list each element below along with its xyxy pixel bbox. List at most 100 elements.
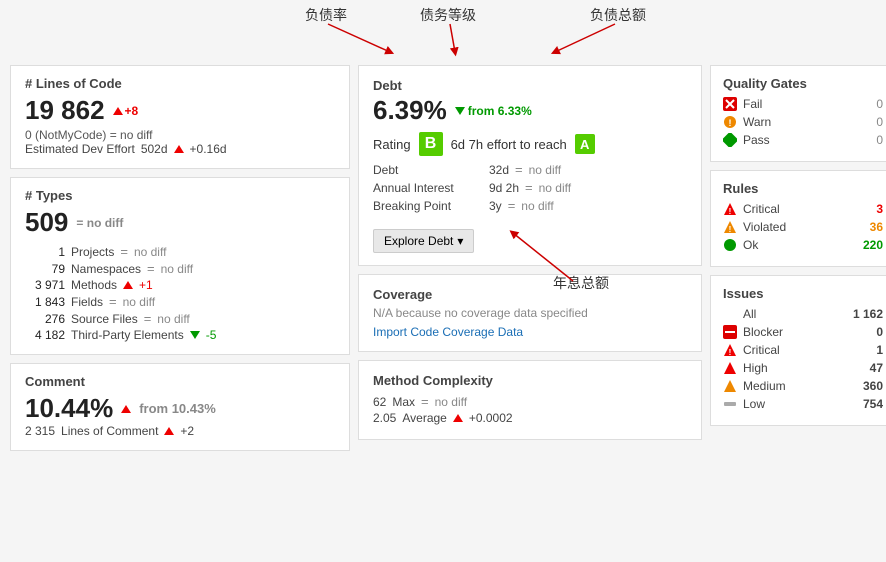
qg-fail-count: 0 (876, 97, 883, 111)
comment-up-icon (121, 405, 131, 413)
debt-row-annual: Annual Interest 9d 2h = no diff (373, 180, 687, 195)
qg-pass-label: Pass (743, 133, 770, 147)
qg-warn-row: ! Warn 0 (723, 115, 883, 129)
rules-critical-count: 3 (876, 202, 883, 216)
qg-fail-label: Fail (743, 97, 762, 111)
comment-number: 10.44% from 10.43% (25, 393, 335, 424)
down-icon (190, 331, 200, 339)
avg-up-icon (453, 414, 463, 422)
qg-warn-label: Warn (743, 115, 771, 129)
main-grid: # Lines of Code 19 862 +8 0 (NotMyCode) … (0, 65, 886, 461)
lines-delta: +8 (113, 104, 139, 118)
middle-column: Debt 6.39% from 6.33% Rating B 6d 7h eff… (350, 65, 710, 451)
issues-low-count: 754 (863, 397, 883, 411)
debt-from: from 6.33% (455, 104, 532, 118)
blocker-icon (723, 325, 737, 339)
coverage-na-text: N/A because no coverage data specified (373, 306, 687, 320)
high-icon (723, 361, 737, 375)
types-rows: 1Projects = no diff 79Namespaces = no dif… (25, 244, 335, 342)
svg-text:!: ! (729, 225, 732, 234)
types-title: # Types (25, 188, 335, 203)
rating-row: Rating B 6d 7h effort to reach A (373, 132, 687, 156)
explore-debt-button[interactable]: Explore Debt ▾ (373, 229, 474, 253)
low-icon (723, 397, 737, 411)
types-number: 509 = no diff (25, 207, 335, 238)
types-row-item: 1Projects = no diff (25, 244, 335, 259)
right-column: Quality Gates Fail 0 ! (710, 65, 886, 451)
issues-card: Issues All 1 162 Blocker 0 (710, 275, 886, 426)
issues-medium-count: 360 (863, 379, 883, 393)
rating-target: A (575, 134, 595, 154)
qg-pass-count: 0 (876, 133, 883, 147)
qg-title: Quality Gates (723, 76, 883, 91)
import-coverage-link[interactable]: Import Code Coverage Data (373, 325, 523, 339)
lines-number: 19 862 +8 (25, 95, 335, 126)
annotation-area: 负债率 债务等级 负债总额 (0, 0, 886, 65)
comment-lines-up-icon (164, 427, 174, 435)
coverage-title: Coverage (373, 287, 687, 302)
lines-effort-row: Estimated Dev Effort 502d +0.16d (25, 142, 335, 156)
complexity-avg-row: 2.05 Average +0.0002 (373, 411, 687, 425)
issues-blocker-row: Blocker 0 (723, 325, 883, 339)
lines-of-code-card: # Lines of Code 19 862 +8 0 (NotMyCode) … (10, 65, 350, 169)
issues-blocker-count: 0 (876, 325, 883, 339)
rating-badge: B (419, 132, 443, 156)
qg-warn-count: 0 (876, 115, 883, 129)
left-column: # Lines of Code 19 862 +8 0 (NotMyCode) … (10, 65, 350, 451)
debt-down-icon (455, 107, 465, 115)
types-row-item: 276Source Files = no diff (25, 311, 335, 326)
types-row-item: 3 971Methods+1 (25, 278, 335, 292)
types-row-item: 1 843Fields = no diff (25, 294, 335, 309)
rules-violated-count: 36 (870, 220, 883, 234)
medium-icon (723, 379, 737, 393)
issues-high-count: 47 (870, 361, 883, 375)
dropdown-arrow-icon: ▾ (457, 234, 463, 248)
qg-pass-row: Pass 0 (723, 133, 883, 147)
types-row-item: 4 182Third-Party Elements-5 (25, 328, 335, 342)
rules-ok-row: Ok 220 (723, 238, 883, 252)
up-icon (123, 281, 133, 289)
lines-sub: 0 (NotMyCode) = no diff (25, 128, 335, 142)
coverage-card: Coverage N/A because no coverage data sp… (358, 274, 702, 352)
debt-row-breaking: Breaking Point 3y = no diff (373, 198, 687, 213)
comment-card: Comment 10.44% from 10.43% 2 315 Lines o… (10, 363, 350, 451)
svg-text:债务等级: 债务等级 (420, 7, 476, 23)
warn-icon: ! (723, 115, 737, 129)
issues-title: Issues (723, 286, 883, 301)
rules-card: Rules ! Critical 3 ! Violate (710, 170, 886, 267)
svg-text:!: ! (729, 207, 732, 216)
qg-fail-row: Fail 0 (723, 97, 883, 111)
svg-text:!: ! (729, 348, 732, 357)
rules-critical-row: ! Critical 3 (723, 202, 883, 216)
annotation-arrows: 负债率 债务等级 负债总额 (0, 0, 886, 65)
debt-number: 6.39% from 6.33% (373, 95, 687, 126)
issues-critical-icon: ! (723, 343, 737, 357)
quality-gates-card: Quality Gates Fail 0 ! (710, 65, 886, 162)
complexity-title: Method Complexity (373, 373, 687, 388)
up-arrow-icon (113, 107, 123, 115)
comment-lines-row: 2 315 Lines of Comment +2 (25, 424, 335, 438)
types-row-item: 79Namespaces = no diff (25, 261, 335, 276)
rules-critical-icon: ! (723, 202, 737, 216)
rules-violated-row: ! Violated 36 (723, 220, 883, 234)
debt-row-debt: Debt 32d = no diff (373, 162, 687, 177)
svg-text:!: ! (729, 118, 732, 128)
rules-violated-icon: ! (723, 220, 737, 234)
issues-all-row: All 1 162 (723, 307, 883, 321)
complexity-max-row: 62 Max = no diff (373, 394, 687, 409)
debt-card: Debt 6.39% from 6.33% Rating B 6d 7h eff… (358, 65, 702, 266)
issues-critical-row: ! Critical 1 (723, 343, 883, 357)
lines-title: # Lines of Code (25, 76, 335, 91)
debt-title: Debt (373, 78, 687, 93)
svg-text:负债总额: 负债总额 (590, 7, 646, 23)
rules-ok-count: 220 (863, 238, 883, 252)
effort-up-icon (174, 145, 184, 153)
svg-text:负债率: 负债率 (305, 7, 347, 23)
rules-title: Rules (723, 181, 883, 196)
complexity-card: Method Complexity 62 Max = no diff 2.05 … (358, 360, 702, 440)
issues-low-row: Low 754 (723, 397, 883, 411)
issues-all-count: 1 162 (853, 307, 883, 321)
types-card: # Types 509 = no diff 1Projects = no dif… (10, 177, 350, 355)
issues-critical-count: 1 (876, 343, 883, 357)
pass-icon (723, 133, 737, 147)
